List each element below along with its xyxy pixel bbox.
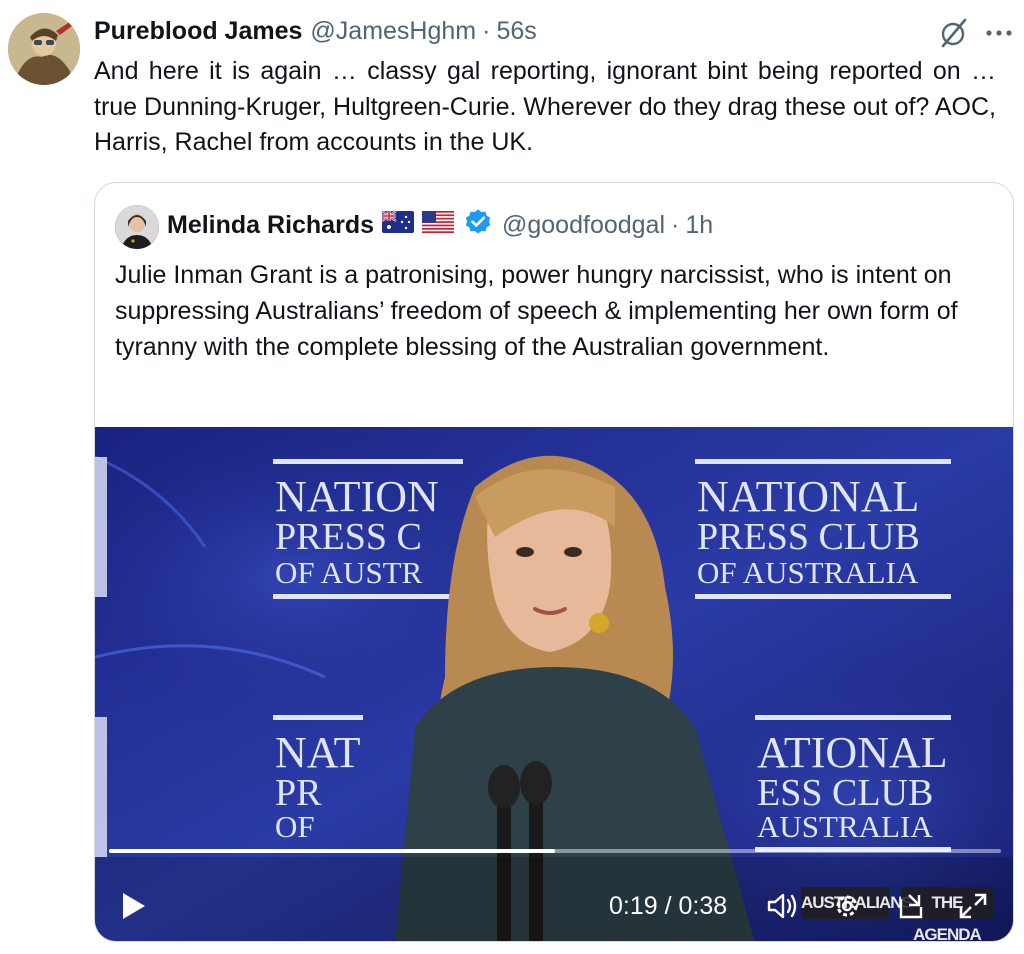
avatar-illustration (8, 13, 80, 85)
sign4-line2: ESS CLUB (757, 772, 933, 814)
sign1-line3: OF AUSTR (275, 555, 423, 590)
separator-dot: · (482, 16, 491, 45)
video-player[interactable]: NATION PRESS C OF AUSTR NATIONAL PRESS C… (95, 427, 1013, 941)
sign4-line3: AUSTRALIA (757, 809, 933, 844)
quoted-time[interactable]: 1h (685, 211, 713, 240)
sign1-line1: NATION (275, 472, 439, 521)
sign3-line2: PR (275, 772, 322, 814)
volume-button[interactable] (765, 889, 799, 923)
pip-icon (899, 894, 923, 919)
grok-slash-icon (941, 18, 967, 48)
australia-flag-icon (381, 209, 414, 240)
volume-icon (767, 893, 797, 919)
quoted-separator-dot: · (671, 210, 680, 239)
sign3-line3: OF (275, 809, 315, 844)
tweet-header: Pureblood James @JamesHghm · 56s (94, 14, 537, 48)
quoted-author-handle[interactable]: @goodfoodgal (502, 211, 665, 240)
quoted-author-name[interactable]: Melinda Richards (167, 211, 374, 240)
tweet-time[interactable]: 56s (496, 17, 536, 46)
sign2-line1: NATIONAL (697, 472, 919, 521)
duration: 0:38 (678, 892, 728, 920)
sign4-line1: ATIONAL (757, 728, 948, 777)
video-progress-bar[interactable] (109, 849, 1001, 853)
play-button[interactable] (117, 889, 149, 923)
quoted-author-avatar[interactable] (115, 205, 159, 249)
quoted-avatar-photo (115, 205, 159, 249)
sign2-line2: PRESS CLUB (697, 516, 920, 558)
video-progress-fill (109, 849, 555, 853)
quoted-tweet[interactable]: Melinda Richards @goodfoodgal · 1h Julie… (94, 182, 1014, 942)
us-flag-icon (422, 210, 454, 240)
settings-button[interactable] (831, 889, 863, 923)
sign2-line3: OF AUSTRALIA (697, 555, 919, 590)
picture-in-picture-button[interactable] (895, 889, 927, 923)
fullscreen-expand-icon (959, 893, 987, 919)
play-icon (123, 893, 145, 919)
author-handle[interactable]: @JamesHghm (310, 17, 476, 46)
fullscreen-button[interactable] (957, 889, 989, 923)
sign1-line2: PRESS C (275, 516, 422, 558)
quoted-header: Melinda Richards @goodfoodgal · 1h (167, 207, 713, 243)
current-time: 0:19 (609, 892, 658, 920)
more-dots-icon (986, 30, 1012, 36)
gear-icon (836, 895, 858, 917)
author-name[interactable]: Pureblood James (94, 17, 302, 46)
more-button[interactable] (982, 18, 1016, 48)
verified-badge-icon[interactable] (464, 208, 492, 243)
time-separator: / (664, 892, 672, 920)
tweet-text: And here it is again … classy gal report… (94, 57, 996, 156)
author-avatar[interactable] (8, 13, 80, 85)
video-time: 0:19 / 0:38 (609, 889, 727, 923)
video-frame: NATION PRESS C OF AUSTR NATIONAL PRESS C… (95, 427, 1013, 941)
sign3-line1: NAT (275, 728, 361, 777)
quoted-text: Julie Inman Grant is a patronising, powe… (115, 261, 958, 361)
grok-button[interactable] (936, 16, 970, 50)
